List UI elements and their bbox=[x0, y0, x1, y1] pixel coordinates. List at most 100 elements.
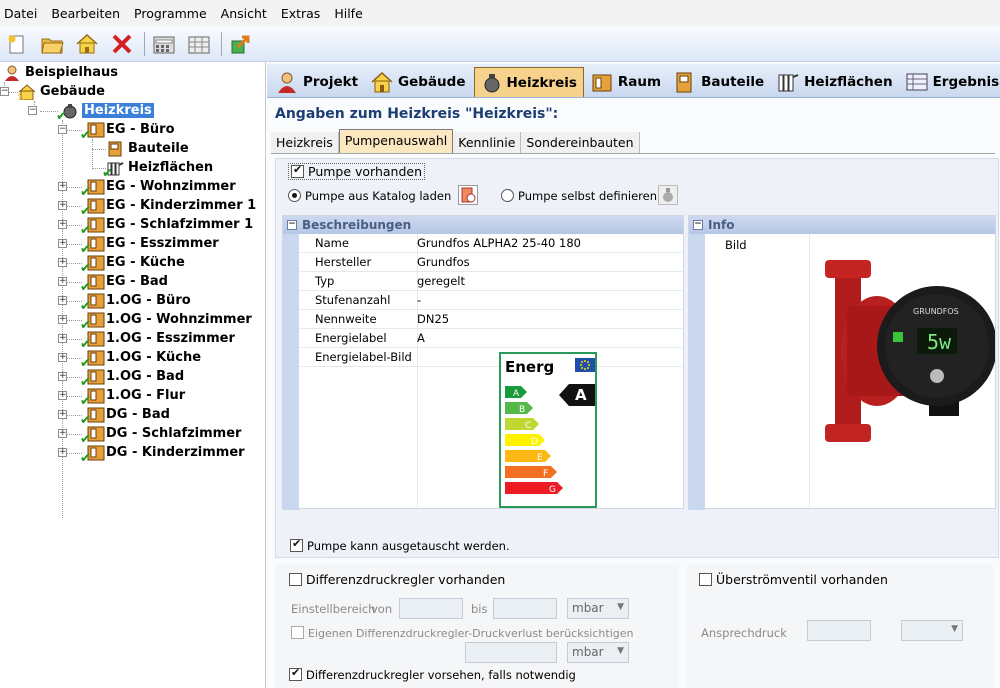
collapse-building[interactable]: − bbox=[0, 87, 9, 96]
menu-hilfe[interactable]: Hilfe bbox=[334, 6, 362, 21]
expand-room[interactable]: + bbox=[58, 220, 67, 229]
tree-node-room[interactable]: ✔ DG - Schlafzimmer bbox=[80, 424, 241, 447]
subtab-kennlinie[interactable]: Kennlinie bbox=[453, 132, 522, 153]
description-header[interactable]: − Beschreibungen bbox=[283, 216, 683, 234]
tree-node-project[interactable]: Beispielhaus bbox=[3, 63, 118, 82]
pressure-unit-select[interactable] bbox=[901, 620, 963, 641]
tree-node-room[interactable]: ✔ 1.OG - Büro bbox=[80, 291, 191, 314]
exchange-checkbox[interactable]: Pumpe kann ausgetauscht werden. bbox=[290, 537, 510, 553]
expand-room[interactable]: − bbox=[58, 125, 67, 134]
tree-node-room[interactable]: ✔ 1.OG - Bad bbox=[80, 367, 184, 390]
unit-select-1-value: mbar bbox=[572, 601, 604, 615]
property-row[interactable]: Typ geregelt bbox=[299, 272, 685, 291]
expand-room[interactable]: + bbox=[58, 277, 67, 286]
range-to-input[interactable] bbox=[493, 598, 557, 619]
property-row[interactable]: Nennweite DN25 bbox=[299, 310, 685, 329]
house-icon[interactable] bbox=[74, 31, 100, 57]
tree-node-room[interactable]: ✔ DG - Kinderzimmer bbox=[80, 443, 245, 466]
menu-extras[interactable]: Extras bbox=[281, 6, 321, 21]
expand-room[interactable]: + bbox=[58, 182, 67, 191]
menu-programme[interactable]: Programme bbox=[134, 6, 207, 21]
expand-room[interactable]: + bbox=[58, 296, 67, 305]
calculator-icon[interactable] bbox=[151, 31, 177, 57]
delete-icon[interactable] bbox=[109, 31, 135, 57]
tree-node-heating-surfaces[interactable]: ✔ Heizflächen bbox=[102, 158, 213, 181]
energy-rating-arrow: A bbox=[559, 384, 595, 406]
range-from-input[interactable] bbox=[399, 598, 463, 619]
tree-node-room[interactable]: ✔ 1.OG - Wohnzimmer bbox=[80, 310, 252, 333]
expand-room[interactable]: + bbox=[58, 410, 67, 419]
tree-node-room[interactable]: ✔ EG - Küche bbox=[80, 253, 185, 276]
expand-room[interactable]: + bbox=[58, 334, 67, 343]
tab-projekt[interactable]: Projekt bbox=[271, 67, 364, 97]
tree-node-room[interactable]: ✔ 1.OG - Küche bbox=[80, 348, 201, 371]
menu-bearbeiten[interactable]: Bearbeiten bbox=[51, 6, 120, 21]
tree-node-room[interactable]: ✔ 1.OG - Esszimmer bbox=[80, 329, 235, 352]
property-row[interactable]: Stufenanzahl - bbox=[299, 291, 685, 310]
room-icon: ✔ bbox=[80, 426, 105, 447]
menu-ansicht[interactable]: Ansicht bbox=[221, 6, 267, 21]
diff-present-checkbox[interactable]: Differenzdruckregler vorhanden bbox=[289, 572, 505, 587]
tab-raum[interactable]: Raum bbox=[586, 67, 667, 97]
expand-room[interactable]: + bbox=[58, 353, 67, 362]
tree-node-room[interactable]: ✔ EG - Esszimmer bbox=[80, 234, 219, 257]
expand-room[interactable]: + bbox=[58, 429, 67, 438]
tab-heizkreis[interactable]: Heizkreis bbox=[473, 67, 584, 97]
expand-room[interactable]: + bbox=[58, 372, 67, 381]
tree-node-components[interactable]: Bauteile bbox=[106, 139, 189, 158]
tree-node-room[interactable]: ✔ EG - Schlafzimmer 1 bbox=[80, 215, 253, 238]
load-catalog-button[interactable] bbox=[458, 185, 478, 205]
tree-node-room[interactable]: ✔ DG - Bad bbox=[80, 405, 170, 428]
expand-room[interactable]: + bbox=[58, 391, 67, 400]
tree-node-circuit[interactable]: ✔ Heizkreis bbox=[56, 101, 154, 124]
subtab-heizkreis[interactable]: Heizkreis bbox=[271, 132, 339, 153]
tree-label-room: 1.OG - Esszimmer bbox=[106, 331, 235, 346]
tab-heizflaechen[interactable]: Heizflächen bbox=[772, 67, 898, 97]
checkbox-icon bbox=[289, 573, 302, 586]
property-row[interactable]: Hersteller Grundfos bbox=[299, 253, 685, 272]
export-icon[interactable] bbox=[228, 31, 254, 57]
property-row[interactable]: Energielabel-Bild bbox=[299, 348, 685, 367]
tree-node-room[interactable]: ✔ 1.OG - Flur bbox=[80, 386, 185, 409]
subtab-pumpenauswahl[interactable]: Pumpenauswahl bbox=[338, 129, 454, 153]
tree-node-room[interactable]: ✔ EG - Bad bbox=[80, 272, 168, 295]
unit-select-2[interactable]: mbar bbox=[567, 642, 629, 663]
tab-bauteile[interactable]: Bauteile bbox=[669, 67, 770, 97]
own-loss-input[interactable] bbox=[465, 642, 557, 663]
tree-node-building[interactable]: ⚠ Gebäude bbox=[15, 82, 105, 103]
provide-checkbox[interactable]: Differenzdruckregler vorsehen, falls not… bbox=[289, 666, 576, 682]
property-row[interactable]: Name Grundfos ALPHA2 25-40 180 bbox=[299, 234, 685, 253]
expand-room[interactable]: + bbox=[58, 315, 67, 324]
tree-label-room: EG - Küche bbox=[106, 255, 185, 270]
pressure-input[interactable] bbox=[807, 620, 871, 641]
tree-node-room[interactable]: ✔ EG - Kinderzimmer 1 bbox=[80, 196, 256, 219]
custom-radio[interactable]: Pumpe selbst definieren bbox=[501, 189, 657, 203]
open-icon[interactable] bbox=[39, 31, 65, 57]
tree-node-room[interactable]: ✔ EG - Büro bbox=[80, 120, 175, 143]
new-icon[interactable] bbox=[4, 31, 30, 57]
property-row[interactable]: Energielabel A bbox=[299, 329, 685, 348]
define-pump-button[interactable] bbox=[658, 185, 678, 205]
unit-select-1[interactable]: mbar bbox=[567, 598, 629, 619]
table-icon[interactable] bbox=[186, 31, 212, 57]
tree-node-room[interactable]: ✔ EG - Wohnzimmer bbox=[80, 177, 236, 200]
collapse-circuit[interactable]: − bbox=[28, 106, 37, 115]
expand-room[interactable]: + bbox=[58, 448, 67, 457]
room-icon bbox=[590, 70, 614, 94]
info-header[interactable]: − Info bbox=[689, 216, 995, 234]
tab-gebaeude[interactable]: Gebäude bbox=[366, 67, 471, 97]
pump-present-checkbox[interactable]: Pumpe vorhanden bbox=[288, 163, 426, 180]
property-value: - bbox=[417, 293, 422, 307]
tree-label-building: Gebäude bbox=[40, 84, 105, 99]
expand-room[interactable]: + bbox=[58, 239, 67, 248]
from-label: von bbox=[371, 602, 393, 616]
catalog-radio[interactable]: Pumpe aus Katalog laden bbox=[288, 189, 451, 203]
own-loss-checkbox[interactable]: Eigenen Differenzdruckregler-Druckverlus… bbox=[291, 626, 633, 640]
expand-room[interactable]: + bbox=[58, 258, 67, 267]
overflow-present-checkbox[interactable]: Überströmventil vorhanden bbox=[699, 572, 888, 587]
subtab-sondereinbauten[interactable]: Sondereinbauten bbox=[521, 132, 640, 153]
pressure-label: Ansprechdruck bbox=[701, 626, 787, 640]
expand-room[interactable]: + bbox=[58, 201, 67, 210]
menu-datei[interactable]: Datei bbox=[4, 6, 37, 21]
tab-ergebnis[interactable]: Ergebnis bbox=[901, 67, 1000, 97]
